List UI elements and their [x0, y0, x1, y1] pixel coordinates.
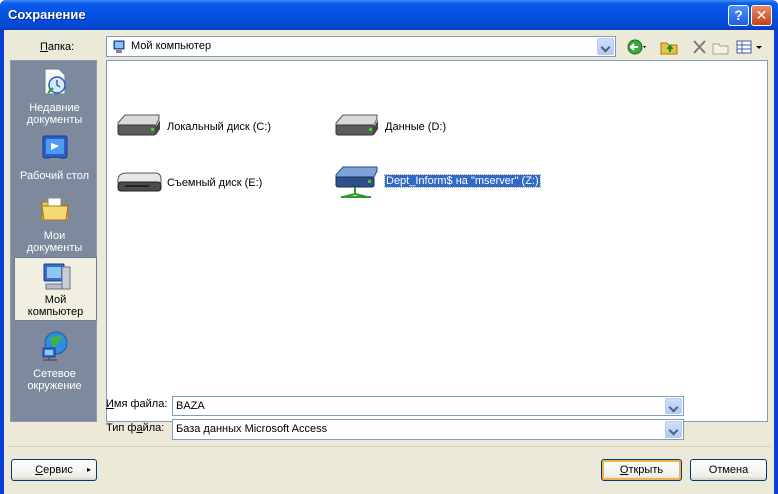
my-computer-small-icon — [113, 40, 125, 53]
place-mydocs-label-2: документы — [26, 242, 83, 254]
filetype-combo[interactable]: База данных Microsoft Access — [172, 419, 684, 440]
close-button[interactable]: ✕ — [751, 5, 772, 26]
place-mycomputer-label-2: компьютер — [27, 306, 84, 318]
filetype-dropdown-arrow[interactable] — [665, 421, 682, 438]
file-name-drive-e: Съемный диск (E:) — [167, 177, 263, 189]
lookin-label: Папка: — [40, 41, 75, 53]
my-computer-icon — [43, 263, 71, 290]
help-button[interactable]: ? — [728, 5, 749, 26]
filename-input[interactable]: BAZA — [176, 400, 205, 412]
lookin-value: Мой компьютер — [131, 40, 212, 52]
filename-dropdown-arrow[interactable] — [665, 398, 682, 414]
network-places-icon — [42, 331, 68, 361]
place-desktop-label-1: Рабочий стол — [19, 170, 90, 182]
place-desktop[interactable]: Рабочий стол — [13, 129, 96, 185]
recent-documents-icon — [44, 68, 66, 95]
lookin-combo[interactable]: Мой компьютер — [106, 36, 616, 57]
save-dialog-window: Сохранение ? ✕ Папка: Мой компьютер Неда… — [0, 0, 778, 494]
place-mydocs-label-1: Мои — [43, 230, 66, 242]
my-documents-icon — [41, 197, 69, 221]
filetype-label: Тип файла: — [106, 422, 165, 434]
place-mycomputer-label-1: Мой — [44, 294, 67, 306]
desktop-icon — [42, 135, 68, 161]
views-menu-icon[interactable] — [735, 38, 765, 56]
place-my-documents[interactable]: Мои документы — [13, 189, 96, 254]
removable-drive-icon — [117, 172, 162, 192]
place-recent-label-1: Недавние — [29, 102, 80, 114]
filename-combo[interactable]: BAZA — [172, 396, 684, 416]
dialog-body: Папка: Мой компьютер Недавние документы … — [4, 30, 774, 494]
filetype-value: База данных Microsoft Access — [176, 423, 328, 435]
file-list-area[interactable]: Локальный диск (C:) Данные (D:) Съемный … — [106, 60, 768, 422]
file-name-drive-c: Локальный диск (C:) — [167, 121, 272, 133]
place-network-label-2: окружение — [27, 380, 82, 392]
hard-drive-icon — [335, 114, 378, 136]
place-recent-label-2: документы — [26, 114, 83, 126]
back-arrow-icon[interactable] — [626, 38, 646, 56]
cancel-button[interactable]: Отмена — [690, 459, 767, 481]
file-name-drive-z: Dept_Inform$ на "mserver" (Z:) — [384, 174, 541, 188]
service-button[interactable]: Сервис ▸ — [11, 459, 97, 481]
places-bar: Недавние документы Рабочий стол Мои доку… — [10, 60, 97, 422]
lookin-dropdown-arrow[interactable] — [597, 38, 614, 55]
new-folder-icon[interactable] — [711, 38, 731, 56]
service-menu-arrow-icon: ▸ — [86, 465, 91, 474]
hard-drive-icon — [117, 114, 160, 136]
window-title: Сохранение — [8, 7, 86, 22]
title-bar[interactable]: Сохранение ? ✕ — [0, 0, 778, 30]
network-drive-icon — [335, 166, 378, 198]
delete-icon[interactable] — [690, 38, 710, 56]
folder-up-icon[interactable] — [659, 38, 679, 56]
place-network-label-1: Сетевое — [33, 368, 76, 380]
file-name-drive-d: Данные (D:) — [385, 121, 447, 133]
open-button[interactable]: Открыть — [601, 459, 682, 481]
place-network[interactable]: Сетевое окружение — [13, 327, 96, 392]
footer-separator — [8, 446, 770, 447]
place-recent-documents[interactable]: Недавние документы — [13, 63, 96, 127]
filename-label: Имя файла: — [106, 398, 168, 410]
place-my-computer[interactable]: Мой компьютер — [14, 257, 97, 321]
